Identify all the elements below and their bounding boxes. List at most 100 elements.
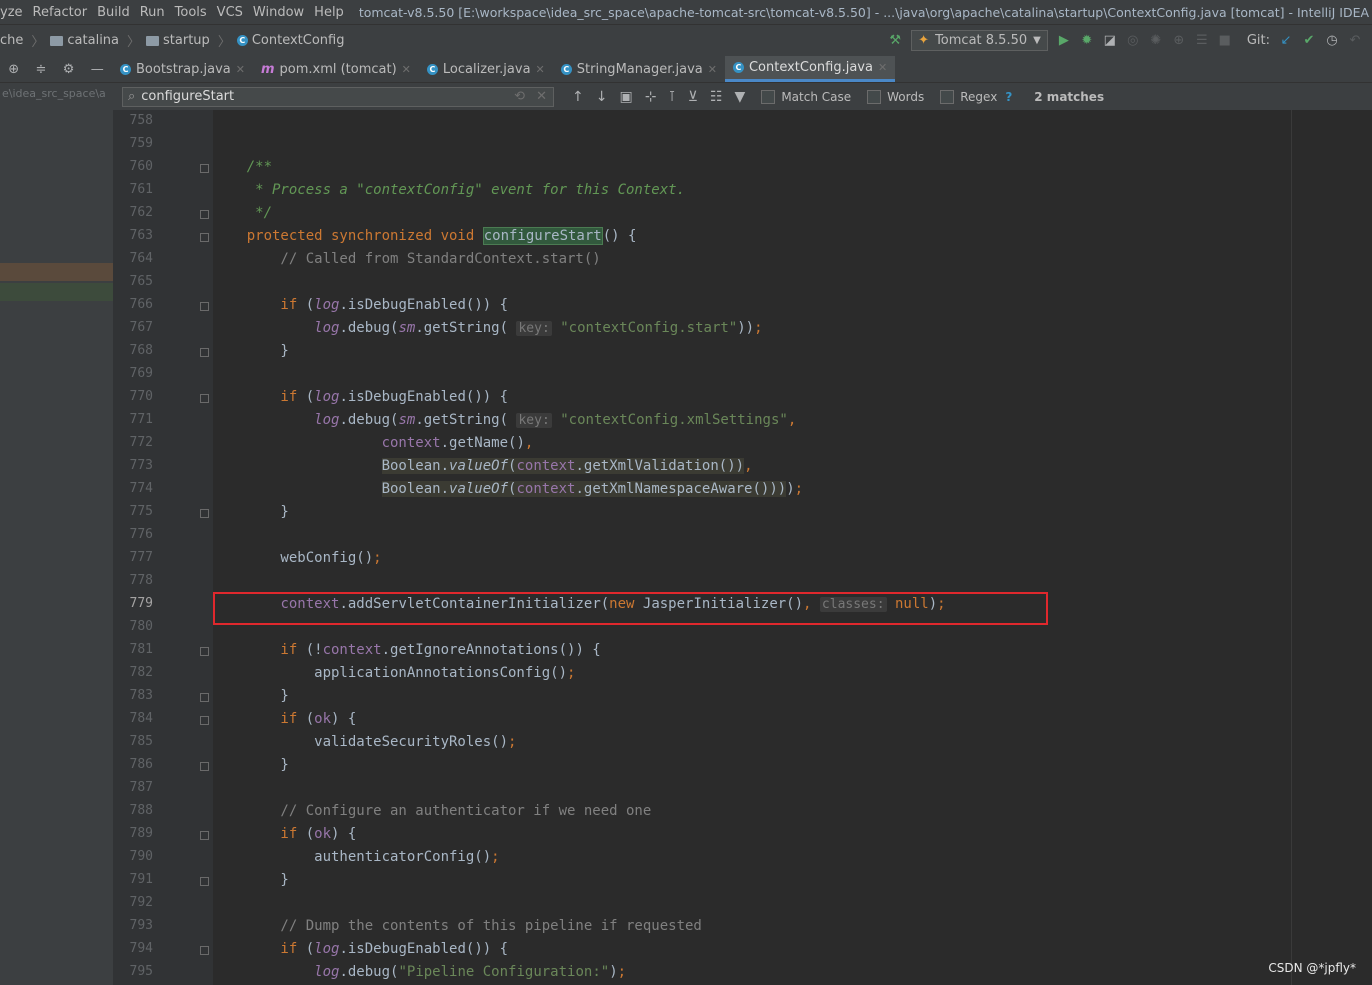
filter-icon[interactable]: ▼ (735, 89, 746, 105)
code-editor[interactable]: /** * Process a "contextConfig" event fo… (213, 110, 1372, 985)
remove-selection-icon[interactable]: ⊺ (668, 89, 675, 105)
words-option[interactable]: Words (867, 89, 924, 104)
line-number: 769 (129, 366, 153, 381)
fold-marker-icon[interactable] (200, 716, 209, 725)
breadcrumb-contextconfig[interactable]: C ContextConfig (236, 33, 344, 48)
run-configuration-select[interactable]: ✦ Tomcat 8.5.50 ▼ (911, 30, 1048, 51)
clear-icon[interactable]: ✕ (536, 89, 547, 104)
code-line-768: } (213, 343, 289, 359)
close-icon[interactable]: ✕ (236, 63, 245, 76)
regex-option[interactable]: Regex? (940, 89, 1012, 104)
previous-occurrence-icon[interactable]: ↑ (572, 89, 584, 105)
match-case-option[interactable]: Match Case (761, 89, 851, 104)
menu-tools[interactable]: Tools (170, 5, 212, 20)
fold-marker-icon[interactable] (200, 210, 209, 219)
run-icon[interactable]: ▶ (1057, 33, 1071, 48)
close-icon[interactable]: ✕ (708, 63, 717, 76)
fold-marker-icon[interactable] (200, 394, 209, 403)
menu-refactor[interactable]: Refactor (28, 5, 93, 20)
menu-window[interactable]: Window (248, 5, 309, 20)
tab-bootstrap[interactable]: C Bootstrap.java ✕ (112, 56, 253, 82)
git-update-icon[interactable]: ↙ (1279, 33, 1293, 48)
match-case-checkbox[interactable] (761, 89, 776, 104)
git-commit-icon[interactable]: ✔ (1302, 33, 1316, 48)
collapse-all-icon[interactable]: ≑ (35, 62, 46, 77)
code-line-773: Boolean.valueOf(context.getXmlValidation… (381, 458, 753, 474)
history-icon[interactable]: ◷ (1325, 33, 1339, 48)
navigation-bar: che 〉 catalina 〉 startup 〉 C ContextConfig ⚒… (0, 24, 1372, 57)
fold-marker-icon[interactable] (200, 348, 209, 357)
menu-vcs[interactable]: VCS (212, 5, 248, 20)
code-line-760: /** (213, 159, 273, 175)
line-number: 766 (129, 297, 153, 312)
project-tree-highlight[interactable] (0, 263, 113, 281)
regex-checkbox[interactable] (940, 89, 955, 104)
profile-icon[interactable]: ◎ (1126, 33, 1140, 48)
search-input[interactable]: ⌕ configureStart ⟲ ✕ (122, 86, 554, 107)
fold-marker-icon[interactable] (200, 509, 209, 518)
fold-marker-icon[interactable] (200, 233, 209, 242)
code-line-775: } (213, 504, 289, 520)
fold-marker-icon[interactable] (200, 164, 209, 173)
regex-help-link[interactable]: ? (1005, 90, 1012, 104)
code-line-790: authenticatorConfig(); (213, 849, 500, 865)
code-line-783: } (213, 688, 289, 704)
line-number: 789 (129, 826, 153, 841)
breadcrumb-startup[interactable]: startup 〉 (146, 31, 231, 50)
code-line-766: if (log.isDebugEnabled()) { (213, 297, 509, 313)
code-line-781: if (!context.getIgnoreAnnotations()) { (213, 642, 601, 658)
close-icon[interactable]: ✕ (536, 63, 545, 76)
menu-run[interactable]: Run (135, 5, 170, 20)
add-selection-icon[interactable]: ⊹ (645, 89, 657, 105)
folder-icon (50, 35, 64, 46)
fold-marker-icon[interactable] (200, 831, 209, 840)
menu-build[interactable]: Build (92, 5, 135, 20)
code-line-762: */ (213, 205, 273, 221)
hide-icon[interactable]: — (91, 62, 104, 77)
tab-localizer[interactable]: C Localizer.java ✕ (419, 56, 553, 82)
tab-contextconfig[interactable]: C ContextConfig.java ✕ (724, 56, 896, 82)
menu-help[interactable]: Help (309, 5, 349, 20)
build-hammer-icon[interactable]: ⚒ (888, 33, 902, 48)
breadcrumb-catalina[interactable]: catalina 〉 (50, 31, 140, 50)
gear-icon[interactable]: ⚙ (63, 62, 75, 77)
line-number: 772 (129, 435, 153, 450)
next-occurrence-icon[interactable]: ↓ (596, 89, 608, 105)
rollback-icon[interactable]: ↶ (1348, 33, 1362, 48)
line-number: 795 (129, 964, 153, 979)
stop-icon[interactable]: ■ (1218, 33, 1232, 48)
words-checkbox[interactable] (867, 89, 882, 104)
fold-marker-icon[interactable] (200, 693, 209, 702)
line-gutter[interactable]: 758 759 760 761 762 763 764 765 766 767 768 769 770 7… (113, 110, 213, 985)
close-icon[interactable]: ✕ (402, 63, 411, 76)
multiline-icon[interactable]: ☷ (710, 89, 723, 105)
regex-label: Regex (960, 89, 998, 104)
java-class-icon: C (120, 63, 131, 75)
concurrency-icon[interactable]: ✺ (1149, 33, 1163, 48)
debug-icon[interactable]: ✹ (1080, 33, 1094, 48)
select-all-icon[interactable]: ⊻ (688, 89, 698, 105)
fold-marker-icon[interactable] (200, 302, 209, 311)
line-number: 787 (129, 780, 153, 795)
locate-icon[interactable]: ⊕ (8, 62, 19, 77)
project-tree-highlight[interactable] (0, 283, 113, 301)
tab-pom-xml[interactable]: m pom.xml (tomcat) ✕ (253, 56, 419, 82)
fold-marker-icon[interactable] (200, 946, 209, 955)
code-line-772: context.getName(), (381, 435, 534, 451)
breadcrumb-che[interactable]: che 〉 (0, 31, 44, 50)
code-line-789: if (ok) { (213, 826, 357, 842)
code-line-788: // Configure an authenticator if we need… (213, 803, 652, 819)
fold-marker-icon[interactable] (200, 647, 209, 656)
code-line-782: applicationAnnotationsConfig(); (213, 665, 576, 681)
fold-marker-icon[interactable] (200, 762, 209, 771)
regex-history-icon[interactable]: ⟲ (514, 89, 525, 104)
tab-stringmanager[interactable]: C StringManager.java ✕ (553, 56, 725, 82)
build-project-icon[interactable]: ☰ (1195, 33, 1209, 48)
select-all-occurrences-icon[interactable]: ▣ (619, 89, 632, 105)
line-number: 764 (129, 251, 153, 266)
menu-analyze[interactable]: yze (0, 5, 28, 20)
attach-icon[interactable]: ⊕ (1172, 33, 1186, 48)
close-icon[interactable]: ✕ (878, 61, 887, 74)
fold-marker-icon[interactable] (200, 877, 209, 886)
coverage-icon[interactable]: ◪ (1103, 33, 1117, 48)
